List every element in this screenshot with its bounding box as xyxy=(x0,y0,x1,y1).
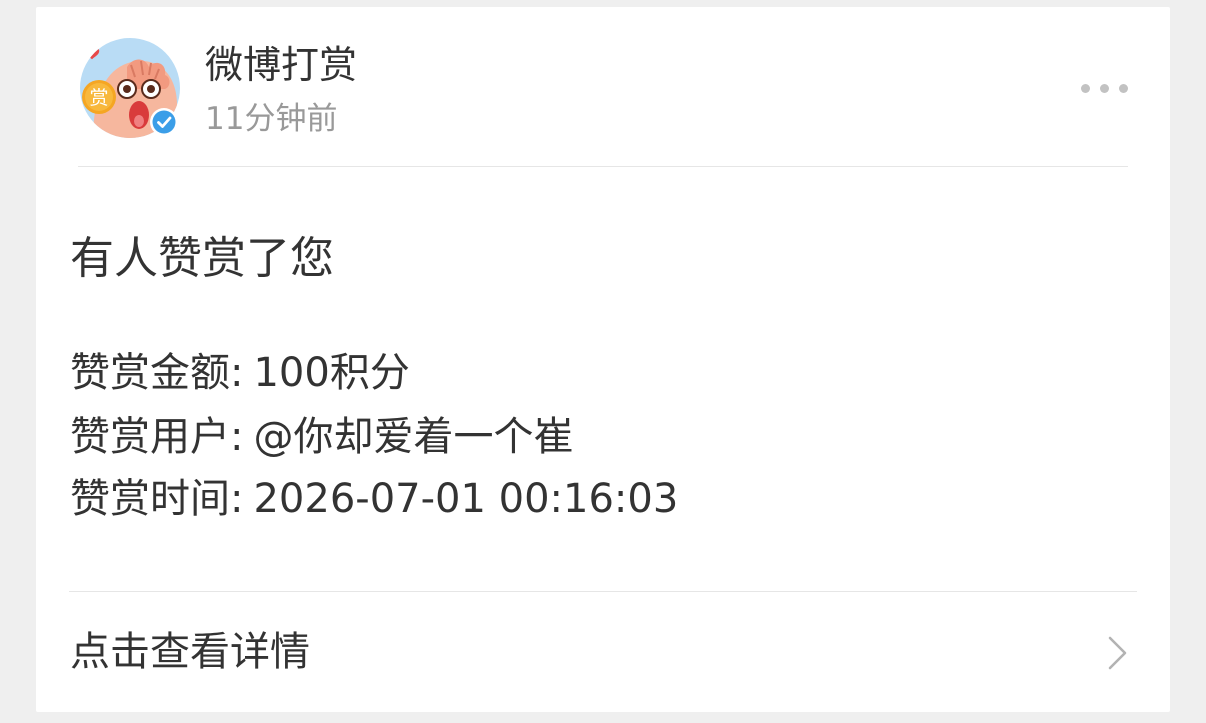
footer-divider xyxy=(69,591,1137,592)
tip-time-line: 赞赏时间: 2026-07-01 00:16:03 xyxy=(70,473,678,525)
notification-card: 赏 微博打赏 11分钟前 有人赞赏了您 赞赏金额: 100积分 赞赏用户: @你却爱… xyxy=(36,7,1170,712)
post-time: 11分钟前 xyxy=(205,101,338,137)
detail-label: 赞赏时间 xyxy=(70,476,230,522)
tip-user-mention[interactable]: @你却爱着一个崔 xyxy=(253,414,573,460)
more-dots-icon xyxy=(1118,83,1128,93)
avatar-badge-text: 赏 xyxy=(89,87,108,109)
detail-label: 赞赏金额 xyxy=(70,350,230,396)
tip-amount-line: 赞赏金额: 100积分 xyxy=(70,347,410,399)
tip-user-line: 赞赏用户: @你却爱着一个崔 xyxy=(70,411,573,463)
chevron-right-icon xyxy=(1108,636,1127,670)
detail-separator: : xyxy=(230,350,244,396)
view-details-link[interactable]: 点击查看详情 xyxy=(36,593,1170,712)
tip-amount-value: 100积分 xyxy=(253,350,410,396)
detail-label: 赞赏用户 xyxy=(70,414,230,460)
view-details-label: 点击查看详情 xyxy=(70,629,310,675)
more-options-button[interactable] xyxy=(1068,71,1140,105)
sender-name[interactable]: 微博打赏 xyxy=(205,41,357,89)
tip-time-value: 2026-07-01 00:16:03 xyxy=(253,476,679,522)
detail-separator: : xyxy=(230,476,244,522)
more-dots-icon xyxy=(1099,83,1109,93)
avatar[interactable]: 赏 xyxy=(79,37,181,139)
verified-check-icon xyxy=(150,108,178,136)
notification-headline: 有人赞赏了您 xyxy=(70,233,334,284)
more-dots-icon xyxy=(1080,83,1090,93)
detail-separator: : xyxy=(230,414,244,460)
header-divider xyxy=(78,166,1128,167)
